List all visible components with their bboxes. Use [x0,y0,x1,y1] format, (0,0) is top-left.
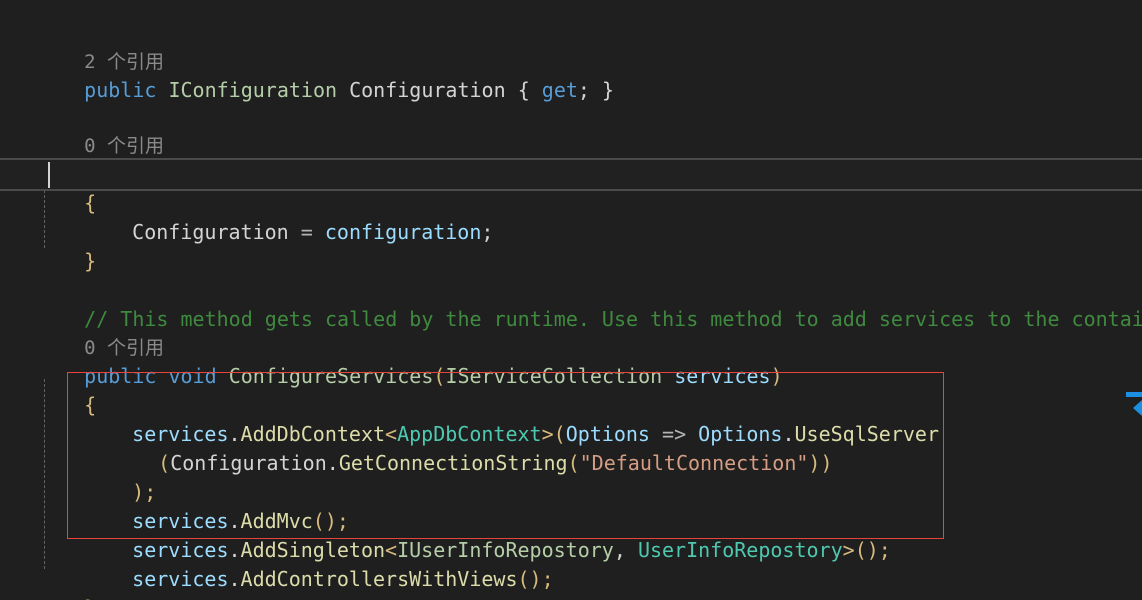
brace-close: } [84,596,96,600]
codelens-line-configure-services[interactable]: 0 个引用 [0,304,1142,359]
text-caret [48,162,50,188]
marker-arrow-icon [1133,400,1142,416]
code-line-add-controllers-with-views[interactable]: services.AddControllersWithViews(); [0,536,1142,591]
scrollbar-marker-icon[interactable] [1126,392,1142,416]
code-line-configure-services-signature[interactable]: public void ConfigureServices(IServiceCo… [0,333,1142,388]
type-iconfiguration: IConfiguration [168,78,338,102]
identifier-configuration: Configuration [349,78,506,102]
code-line-current-brace-open[interactable]: { [0,158,1142,215]
semicolon: ; [577,78,590,102]
code-line-body-brace-open[interactable]: { [0,362,1142,417]
code-line-startup-constructor[interactable]: public Startup(IConfiguration configurat… [0,131,1142,186]
code-line-configuration-property[interactable]: public IConfiguration Configuration { ge… [0,47,1142,102]
keyword-get: get [541,78,578,102]
brace-close: } [84,249,97,273]
codelens-line-configuration[interactable]: 2 个引用 [0,18,1142,73]
code-line-assign-configuration[interactable]: Configuration = configuration; [0,189,1142,244]
brace-open: { [517,78,530,102]
code-line-add-dbcontext[interactable]: services.AddDbContext<AppDbContext>(Opti… [0,391,1142,446]
code-line-comment[interactable]: // This method gets called by the runtim… [0,276,1142,331]
code-line-method-brace-close[interactable]: } [0,565,1142,600]
code-line-get-connection-string[interactable]: (Configuration.GetConnectionString("Defa… [0,420,1142,475]
marker-bar [1126,392,1142,397]
keyword-public: public [84,78,157,102]
code-line-close-paren[interactable]: ); [0,449,1142,504]
code-line-add-singleton[interactable]: services.AddSingleton<IUserInfoRepostory… [0,507,1142,562]
brace-close: } [602,78,615,102]
code-line-brace-close[interactable]: } [0,218,1142,273]
codelens-line-startup-ctor[interactable]: 0 个引用 [0,102,1142,157]
code-line-add-mvc[interactable]: services.AddMvc(); [0,478,1142,533]
code-editor[interactable]: 2 个引用 public IConfiguration Configuratio… [0,0,1142,600]
